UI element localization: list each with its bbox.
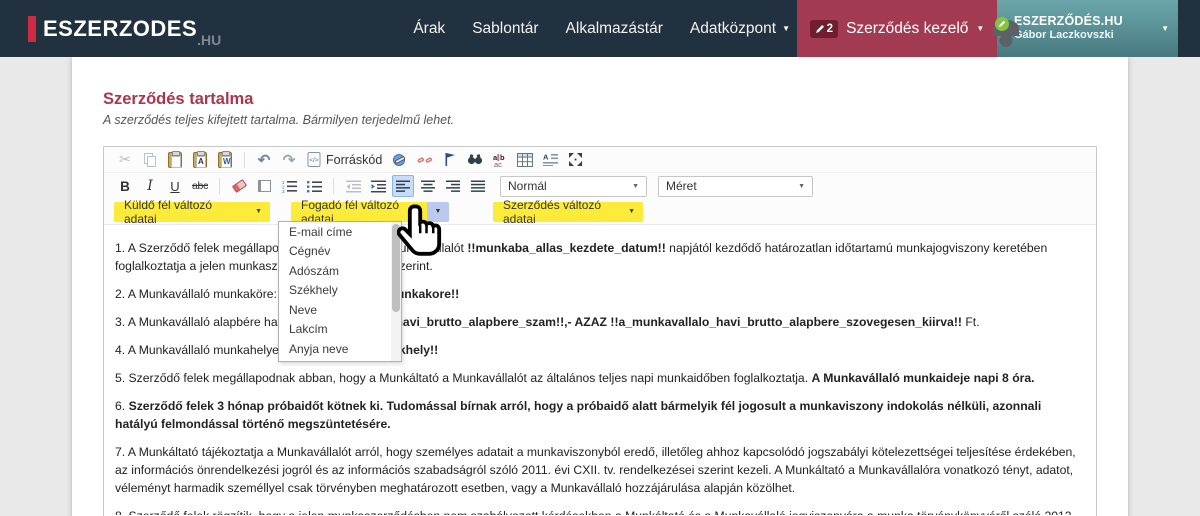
align-left-icon[interactable]: [392, 175, 414, 197]
contract-paragraph: 5. Szerződő felek megállapodnak abban, h…: [115, 369, 1085, 387]
contract-paragraph: 8. Szerződő felek rögzítik, hogy a jelen…: [115, 507, 1085, 515]
bold-icon[interactable]: B: [114, 175, 136, 197]
format-select[interactable]: Normál ▼: [500, 176, 647, 197]
numbered-list-icon[interactable]: 123: [278, 175, 300, 197]
nav-item-sablontar[interactable]: Sablontár: [472, 20, 538, 38]
link-icon[interactable]: [389, 149, 411, 171]
chevron-down-icon: ▼: [782, 24, 790, 33]
find-icon[interactable]: [464, 149, 486, 171]
dropdown-item[interactable]: Adószám: [279, 261, 401, 281]
dropdown-item[interactable]: E-mail címe: [279, 222, 401, 242]
logo-suffix: .HU: [197, 32, 221, 48]
underline-icon[interactable]: U: [164, 175, 186, 197]
account-org: ESZERZŐDÉS.HU: [1014, 14, 1153, 29]
top-navbar: ESZERZODES .HU Árak Sablontár Alkalmazás…: [0, 0, 1200, 57]
pencil-icon: [998, 20, 1006, 28]
toolbar-separator: [244, 152, 245, 168]
toolbar-separator: [219, 178, 220, 194]
contract-manager-menu[interactable]: 2 Szerződés kezelő ▼: [797, 0, 997, 57]
toolbar-separator: [333, 178, 334, 194]
avatar-status-badge: [995, 17, 1009, 31]
contract-paragraph: 4. A Munkavállaló munkahelye: !!a_munkal…: [115, 341, 1085, 359]
receiver-variables-dropdown: E-mail címe Cégnév Adószám Székhely Neve…: [278, 221, 402, 362]
chevron-down-icon: ▼: [798, 183, 805, 190]
dropdown-scrollbar-thumb[interactable]: [392, 224, 400, 312]
contract-paragraph: 3. A Munkavállaló alapbére havi !!a_munk…: [115, 313, 1085, 331]
contract-manager-label: Szerződés kezelő: [846, 20, 968, 38]
templates-icon[interactable]: A: [539, 149, 561, 171]
contract-variables-button[interactable]: Szerződés változó adatai ▼: [493, 202, 643, 222]
contract-paragraph: 6. Szerződő felek 3 hónap próbaidőt kötn…: [115, 397, 1085, 433]
nav-item-adatkozpont[interactable]: Adatközpont▼: [690, 20, 790, 38]
editor-toolbar-row-2: B I U abc 123 Normál: [104, 173, 1096, 199]
contract-paragraph: 2. A Munkavállaló munkaköre: !!a_munkava…: [115, 285, 1085, 303]
dropdown-item[interactable]: Cégnév: [279, 242, 401, 262]
chevron-down-icon: ▼: [628, 208, 635, 215]
dropdown-item[interactable]: Születési neve: [279, 359, 401, 363]
anchor-flag-icon[interactable]: [439, 149, 461, 171]
italic-icon[interactable]: I: [139, 175, 161, 197]
main-nav: Árak Sablontár Alkalmazástár Adatközpont…: [413, 0, 790, 57]
justify-icon[interactable]: [467, 175, 489, 197]
signature-icon: [815, 24, 825, 34]
dropdown-item[interactable]: Neve: [279, 300, 401, 320]
editor-content-area[interactable]: 1. A Szerződő felek megállapodnak abban,…: [104, 225, 1096, 515]
account-menu[interactable]: ESZERZŐDÉS.HU Gábor Laczkovszki ▼: [997, 0, 1178, 57]
unlink-icon[interactable]: [414, 149, 436, 171]
align-center-icon[interactable]: [417, 175, 439, 197]
dropdown-item[interactable]: Székhely: [279, 281, 401, 301]
source-icon: </>: [307, 152, 322, 167]
nav-item-arak[interactable]: Árak: [413, 20, 445, 38]
svg-text:A: A: [543, 153, 549, 162]
nav-item-alkalmazastar[interactable]: Alkalmazástár: [566, 20, 663, 38]
site-logo[interactable]: ESZERZODES .HU: [28, 0, 221, 57]
page-title: Szerződés tartalma: [103, 90, 253, 109]
svg-text:</>: </>: [309, 157, 319, 164]
bulleted-list-icon[interactable]: [303, 175, 325, 197]
svg-text:3: 3: [282, 189, 285, 193]
chevron-down-icon: ▼: [632, 183, 639, 190]
contract-paragraph: 1. A Szerződő felek megállapodnak abban,…: [115, 239, 1085, 275]
paste-text-icon[interactable]: A: [189, 149, 211, 171]
dropdown-item[interactable]: Lakcím: [279, 320, 401, 340]
page-subtitle: A szerződés teljes kifejtett tartalma. B…: [103, 113, 454, 127]
remove-format-icon[interactable]: [228, 175, 250, 197]
outdent-icon[interactable]: [342, 175, 364, 197]
maximize-icon[interactable]: [564, 149, 586, 171]
sender-variables-button[interactable]: Küldő fél változó adatai ▼: [114, 202, 270, 222]
table-icon[interactable]: [514, 149, 536, 171]
align-right-icon[interactable]: [442, 175, 464, 197]
account-name: Gábor Laczkovszki: [1014, 29, 1153, 42]
receiver-variables-button[interactable]: Fogadó fél változó adatai: [291, 202, 427, 222]
dropdown-item[interactable]: Anyja neve: [279, 339, 401, 359]
receiver-variables-caret-button[interactable]: ▼: [427, 202, 449, 222]
redo-icon[interactable]: ↷: [278, 149, 300, 171]
copy-icon[interactable]: [139, 149, 161, 171]
logo-red-bar-icon: [28, 16, 36, 42]
paste-word-icon[interactable]: W: [214, 149, 236, 171]
logo-text: ESZERZODES: [43, 16, 197, 42]
replace-icon[interactable]: abac: [489, 149, 511, 171]
chevron-down-icon: ▼: [255, 208, 262, 215]
source-button[interactable]: </> Forráskód: [303, 149, 386, 171]
show-blocks-icon[interactable]: [253, 175, 275, 197]
size-select[interactable]: Méret ▼: [658, 176, 813, 197]
cut-icon[interactable]: ✂: [114, 149, 136, 171]
strike-icon[interactable]: abc: [189, 175, 211, 197]
contract-count-badge: 2: [810, 20, 838, 38]
chevron-down-icon: ▼: [1161, 24, 1169, 33]
contract-paragraph: 7. A Munkáltató tájékoztatja a Munkaváll…: [115, 443, 1085, 497]
svg-text:ac: ac: [494, 160, 502, 167]
undo-icon[interactable]: ↶: [253, 149, 275, 171]
rich-text-editor: ✂ A W ↶ ↷ </> Forráskód abac A: [103, 146, 1097, 516]
dropdown-scrollbar[interactable]: [391, 222, 401, 361]
paste-icon[interactable]: [164, 149, 186, 171]
editor-toolbar-row-1: ✂ A W ↶ ↷ </> Forráskód abac A: [104, 147, 1096, 173]
indent-icon[interactable]: [367, 175, 389, 197]
chevron-down-icon: ▼: [435, 208, 442, 215]
chevron-down-icon: ▼: [976, 24, 984, 33]
editor-toolbar-row-3: Küldő fél változó adatai ▼ Fogadó fél vá…: [104, 199, 1096, 225]
